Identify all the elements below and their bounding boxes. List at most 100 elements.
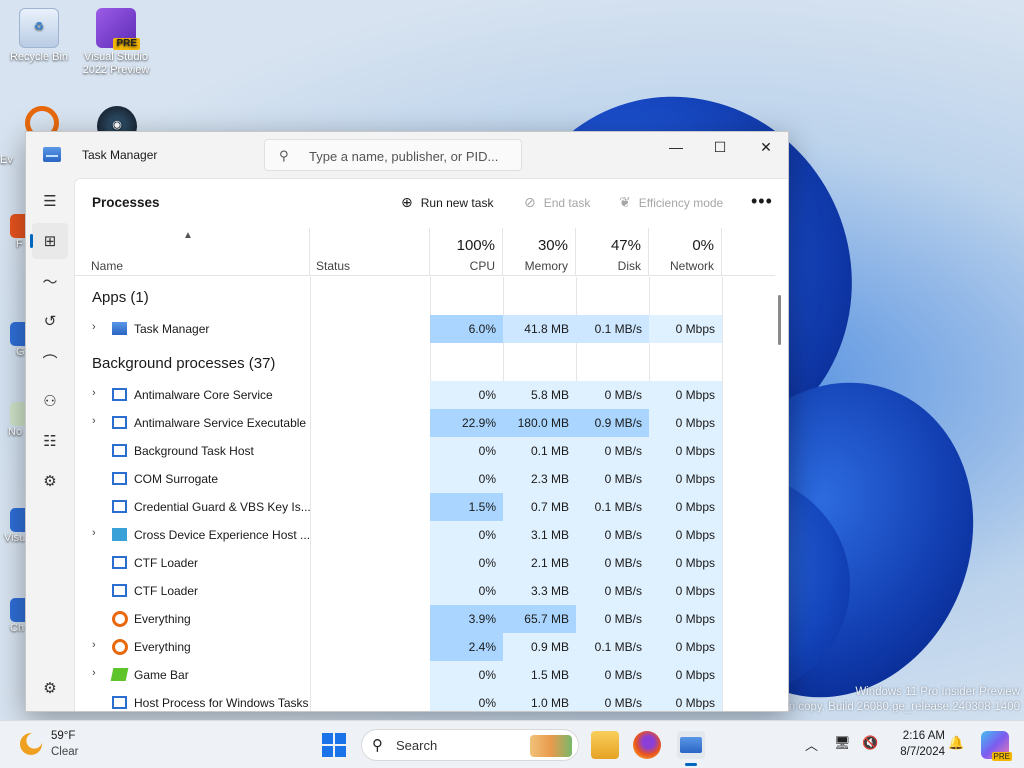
process-row[interactable]: 3.9% 65.7 MB 0 MB/s 0 Mbps Everything	[75, 605, 722, 633]
column-label: Network	[669, 259, 714, 273]
process-search-input[interactable]	[309, 146, 509, 166]
desktop-icon-visual-studio[interactable]: PRE Visual Studio 2022 Preview	[80, 8, 152, 77]
process-row[interactable]: 0% 5.8 MB 0 MB/s 0 Mbps › Antimalware Core Se…	[75, 381, 722, 409]
notification-bell-icon[interactable]: 🔔	[948, 735, 964, 751]
users-icon[interactable]: ⚇	[32, 383, 68, 419]
processes-icon[interactable]: ⊞	[30, 223, 68, 259]
scrollbar-thumb[interactable]	[778, 295, 781, 345]
run-new-task-button[interactable]: ⊕ Run new task	[401, 194, 493, 211]
services-icon[interactable]: ⚙	[32, 463, 68, 499]
weather-condition[interactable]: Clear	[51, 746, 78, 758]
app-icon	[10, 402, 26, 426]
expand-chevron-icon[interactable]: ›	[92, 387, 96, 399]
expand-chevron-icon[interactable]: ›	[92, 321, 96, 333]
expand-chevron-icon[interactable]: ›	[92, 667, 96, 679]
process-name: CTF Loader	[134, 584, 199, 598]
app-history-icon[interactable]: ↺	[32, 303, 68, 339]
process-row[interactable]: 0% 2.1 MB 0 MB/s 0 Mbps CTF Loader	[75, 549, 722, 577]
leaf-icon: ❦	[619, 194, 631, 210]
network-cell: 0 Mbps	[649, 661, 722, 689]
more-options-button[interactable]: •••	[751, 191, 773, 212]
watermark-line: n copy. Build 26080.ge_release.240308-14…	[788, 701, 1020, 713]
title-bar[interactable]: Task Manager ⚲ — ☐ ✕	[26, 132, 788, 178]
windows-watermark: Windows 11 Pro Insider Preview n copy. B…	[789, 685, 1020, 715]
process-row[interactable]: 0% 2.3 MB 0 MB/s 0 Mbps COM Surrogate	[75, 465, 722, 493]
volume-icon[interactable]: 🔇	[862, 735, 878, 751]
weather-temperature[interactable]: 59°F	[51, 730, 75, 742]
task-manager-icon	[43, 147, 61, 162]
task-manager-icon	[680, 737, 702, 753]
column-header-cpu[interactable]: 100% CPU	[430, 228, 503, 276]
task-manager-window: Task Manager ⚲ — ☐ ✕ ☰ ⊞ 〜 ↺ ⌒ ⚇ ☷ ⚙ ⚙ P…	[25, 131, 789, 712]
column-label: CPU	[469, 259, 495, 273]
efficiency-mode-button[interactable]: ❦ Efficiency mode	[619, 194, 723, 211]
file-explorer-icon[interactable]	[591, 731, 619, 759]
taskbar-search[interactable]: ⚲ Search	[361, 729, 579, 761]
column-header-disk[interactable]: 47% Disk	[576, 228, 649, 276]
process-list: Apps (1) 6.0% 41.8 MB 0.1 MB/s 0 Mbps › Task M…	[75, 277, 775, 711]
process-name: Antimalware Service Executable	[134, 416, 307, 430]
moon-weather-icon[interactable]	[20, 733, 42, 755]
process-row[interactable]: 0% 3.1 MB 0 MB/s 0 Mbps › Cross Device Experi…	[75, 521, 722, 549]
expand-chevron-icon[interactable]: ›	[92, 415, 96, 427]
visual-studio-icon: PRE	[96, 8, 140, 50]
desktop-icon-peek[interactable]: Visu	[0, 508, 26, 564]
process-row[interactable]: 0% 0.1 MB 0 MB/s 0 Mbps Background Task Host	[75, 437, 722, 465]
desktop-icon-peek[interactable]: G	[0, 322, 26, 368]
process-row[interactable]: 0% 1.0 MB 0 MB/s 0 Mbps Host Process for Win…	[75, 689, 722, 711]
expand-chevron-icon[interactable]: ›	[92, 527, 96, 539]
column-header-status[interactable]: Status	[310, 228, 430, 276]
details-icon[interactable]: ☷	[32, 423, 68, 459]
window-icon	[112, 416, 127, 429]
column-header-network[interactable]: 0% Network	[649, 228, 722, 276]
process-row[interactable]: 0% 1.5 MB 0 MB/s 0 Mbps › Game Bar	[75, 661, 722, 689]
process-row[interactable]: 6.0% 41.8 MB 0.1 MB/s 0 Mbps › Task Manager	[75, 315, 722, 343]
column-total: 47%	[610, 237, 641, 254]
process-search-box[interactable]: ⚲	[264, 139, 522, 171]
process-row[interactable]: 1.5% 0.7 MB 0.1 MB/s 0 Mbps Credential Guard…	[75, 493, 722, 521]
settings-icon[interactable]: ⚙	[32, 670, 68, 706]
disk-cell: 0 MB/s	[576, 689, 649, 711]
column-header-memory[interactable]: 30% Memory	[503, 228, 576, 276]
desktop-icon-peek[interactable]: Ev	[0, 154, 26, 172]
maximize-button[interactable]: ☐	[697, 132, 743, 162]
disk-cell: 0.9 MB/s	[576, 409, 649, 437]
process-row[interactable]: 0% 3.3 MB 0 MB/s 0 Mbps CTF Loader	[75, 577, 722, 605]
desktop-icon-recycle-bin[interactable]: ♻ Recycle Bin	[3, 8, 75, 64]
memory-cell: 2.3 MB	[503, 465, 576, 493]
process-row[interactable]: 22.9% 180.0 MB 0.9 MB/s 0 Mbps › Antimalware …	[75, 409, 722, 437]
cpu-cell: 6.0%	[430, 315, 503, 343]
start-button[interactable]	[322, 733, 346, 757]
hamburger-icon[interactable]: ☰	[32, 183, 68, 219]
system-clock[interactable]: 2:16 AM 8/7/2024	[891, 728, 945, 760]
windows-logo-icon	[322, 733, 333, 744]
performance-icon[interactable]: 〜	[32, 263, 68, 299]
desktop-icon-peek[interactable]: F	[0, 214, 26, 270]
memory-cell: 1.5 MB	[503, 661, 576, 689]
disk-cell: 0 MB/s	[576, 437, 649, 465]
network-cell: 0 Mbps	[649, 315, 722, 343]
close-button[interactable]: ✕	[743, 132, 788, 162]
network-cell: 0 Mbps	[649, 381, 722, 409]
app-icon	[10, 598, 26, 622]
desktop-icon-label: No	[8, 426, 23, 438]
startup-apps-icon[interactable]: ⌒	[32, 343, 68, 379]
desktop-icon-peek[interactable]: No	[0, 402, 26, 466]
chevron-up-icon[interactable]: ︿	[805, 735, 818, 754]
memory-cell: 5.8 MB	[503, 381, 576, 409]
task-manager-taskbar-button[interactable]	[677, 731, 705, 766]
column-header-name[interactable]: Name	[75, 228, 310, 276]
minimize-button[interactable]: —	[653, 132, 699, 162]
process-row[interactable]: 2.4% 0.9 MB 0.1 MB/s 0 Mbps › Everything	[75, 633, 722, 661]
cpu-cell: 3.9%	[430, 605, 503, 633]
end-task-button[interactable]: ⊘ End task	[524, 194, 590, 211]
windows-logo-icon	[335, 746, 346, 757]
copilot-icon[interactable]: PRE	[981, 731, 1012, 761]
desktop-icon-peek[interactable]: Ch	[0, 598, 26, 662]
network-cell: 0 Mbps	[649, 633, 722, 661]
firefox-icon[interactable]	[633, 731, 661, 759]
network-icon[interactable]: 🖥	[834, 735, 851, 751]
column-label: Memory	[524, 259, 568, 273]
run-new-task-icon: ⊕	[401, 194, 413, 210]
expand-chevron-icon[interactable]: ›	[92, 639, 96, 651]
